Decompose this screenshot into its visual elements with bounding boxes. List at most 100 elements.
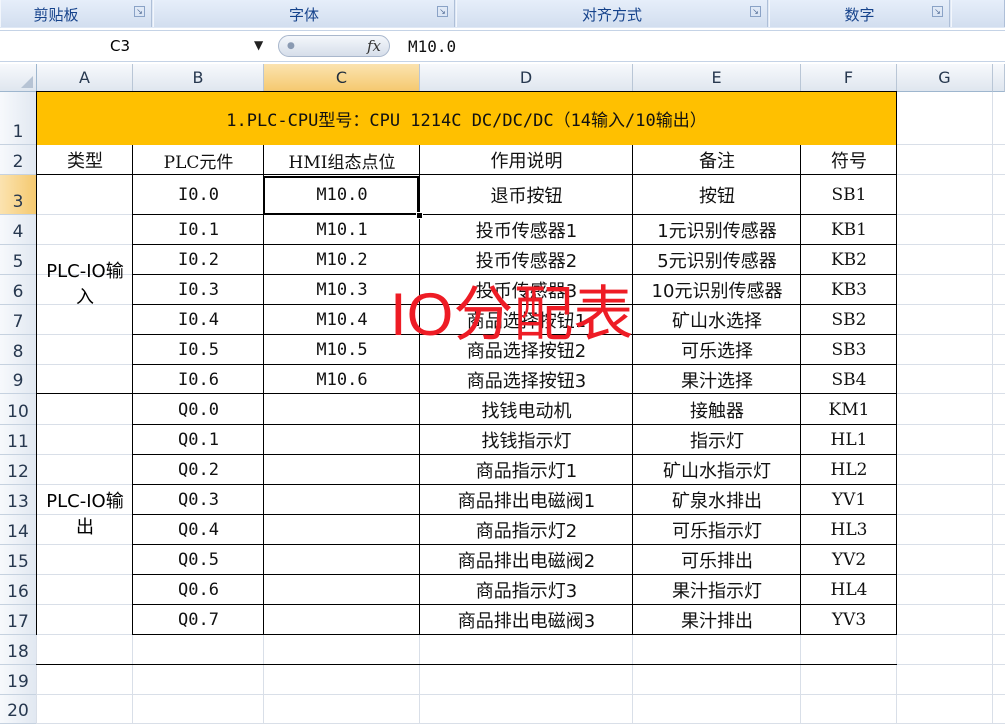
row-header-20[interactable]: 20 xyxy=(0,695,37,724)
cell-desc[interactable]: 商品排出电磁阀3 xyxy=(420,605,633,635)
header-plc-element[interactable]: PLC元件 xyxy=(133,145,264,175)
active-cell-c3[interactable] xyxy=(263,176,419,215)
cell-desc[interactable]: 商品排出电磁阀1 xyxy=(420,485,633,515)
cell-desc[interactable]: 商品排出电磁阀2 xyxy=(420,545,633,575)
cell-note[interactable]: 指示灯 xyxy=(633,425,801,455)
dialog-launcher-icon[interactable]: ↘ xyxy=(750,6,761,17)
cell-symbol[interactable]: KM1 xyxy=(801,394,897,425)
cell-hmi[interactable] xyxy=(264,545,420,575)
cell-symbol[interactable]: SB1 xyxy=(801,175,897,215)
row-header-14[interactable]: 14 xyxy=(0,515,37,545)
cell-plc[interactable]: Q0.5 xyxy=(133,545,264,575)
cell-plc[interactable]: I0.5 xyxy=(133,335,264,365)
cell-note[interactable]: 1元识别传感器 xyxy=(633,215,801,245)
row-header-2[interactable]: 2 xyxy=(0,145,37,175)
cell-plc[interactable]: I0.3 xyxy=(133,275,264,305)
cell-plc[interactable]: Q0.0 xyxy=(133,394,264,425)
spreadsheet-grid[interactable]: A B C D E F G 1 2 3 4 5 6 7 8 9 10 11 12 13 14 15 16 17 1… xyxy=(0,64,1005,724)
header-description[interactable]: 作用说明 xyxy=(420,145,633,175)
row-header-13[interactable]: 13 xyxy=(0,485,37,515)
cell-symbol[interactable]: YV2 xyxy=(801,545,897,575)
cell-hmi[interactable]: M10.6 xyxy=(264,365,420,394)
cell-note[interactable]: 按钮 xyxy=(633,175,801,215)
header-note[interactable]: 备注 xyxy=(633,145,801,175)
cell-note[interactable]: 10元识别传感器 xyxy=(633,275,801,305)
fill-handle[interactable] xyxy=(416,212,423,219)
dialog-launcher-icon[interactable]: ↘ xyxy=(437,6,448,17)
cell-note[interactable]: 果汁排出 xyxy=(633,605,801,635)
cell-note[interactable]: 可乐选择 xyxy=(633,335,801,365)
cell-note[interactable]: 可乐指示灯 xyxy=(633,515,801,545)
cell-note[interactable]: 果汁选择 xyxy=(633,365,801,394)
cell-symbol[interactable]: KB2 xyxy=(801,245,897,275)
cell-note[interactable]: 矿山水指示灯 xyxy=(633,455,801,485)
cell-symbol[interactable]: SB4 xyxy=(801,365,897,394)
cell-plc[interactable]: I0.6 xyxy=(133,365,264,394)
row-header-4[interactable]: 4 xyxy=(0,215,37,245)
column-header-d[interactable]: D xyxy=(420,64,633,92)
cell-note[interactable]: 5元识别传感器 xyxy=(633,245,801,275)
cell-symbol[interactable]: YV3 xyxy=(801,605,897,635)
cell-plc[interactable]: I0.1 xyxy=(133,215,264,245)
cell-plc[interactable]: Q0.7 xyxy=(133,605,264,635)
header-symbol[interactable]: 符号 xyxy=(801,145,897,175)
cell-hmi[interactable]: M10.1 xyxy=(264,215,420,245)
dialog-launcher-icon[interactable]: ↘ xyxy=(134,6,145,17)
resize-handle-icon[interactable]: ● xyxy=(287,41,295,51)
header-type[interactable]: 类型 xyxy=(37,145,133,175)
table-title[interactable]: 1.PLC-CPU型号：CPU 1214C DC/DC/DC（14输入/10输出… xyxy=(37,92,896,145)
column-header-e[interactable]: E xyxy=(633,64,801,92)
row-header-3[interactable]: 3 xyxy=(0,175,37,215)
cell-hmi[interactable] xyxy=(264,605,420,635)
row-header-1[interactable]: 1 xyxy=(0,92,37,145)
select-all-corner[interactable] xyxy=(0,64,37,92)
cell-plc[interactable]: I0.4 xyxy=(133,305,264,335)
cell-desc[interactable]: 投币传感器2 xyxy=(420,245,633,275)
cell-plc[interactable]: Q0.1 xyxy=(133,425,264,455)
column-header-h[interactable] xyxy=(993,64,1005,92)
row-header-17[interactable]: 17 xyxy=(0,605,37,635)
cell-desc[interactable]: 找钱指示灯 xyxy=(420,425,633,455)
cell-hmi[interactable] xyxy=(264,515,420,545)
column-header-f[interactable]: F xyxy=(801,64,897,92)
cell-symbol[interactable]: HL4 xyxy=(801,575,897,605)
header-hmi-point[interactable]: HMI组态点位 xyxy=(264,145,420,175)
cell-symbol[interactable]: HL1 xyxy=(801,425,897,455)
dialog-launcher-icon[interactable]: ↘ xyxy=(932,6,943,17)
cell-desc[interactable]: 商品选择按钮3 xyxy=(420,365,633,394)
cell-hmi[interactable] xyxy=(264,425,420,455)
row-header-18[interactable]: 18 xyxy=(0,635,37,665)
cell-desc[interactable]: 商品指示灯1 xyxy=(420,455,633,485)
row-header-11[interactable]: 11 xyxy=(0,425,37,455)
row-header-15[interactable]: 15 xyxy=(0,545,37,575)
cell-hmi[interactable] xyxy=(264,575,420,605)
cell-note[interactable]: 接触器 xyxy=(633,394,801,425)
column-header-c[interactable]: C xyxy=(264,64,420,92)
column-header-g[interactable]: G xyxy=(897,64,993,92)
cell-desc[interactable]: 商品指示灯3 xyxy=(420,575,633,605)
cell-symbol[interactable]: HL2 xyxy=(801,455,897,485)
row-header-5[interactable]: 5 xyxy=(0,245,37,275)
cell-hmi[interactable] xyxy=(264,455,420,485)
name-box[interactable]: C3 ▼ xyxy=(2,35,272,57)
cell-desc[interactable]: 商品指示灯2 xyxy=(420,515,633,545)
type-input-group[interactable]: PLC-IO输入 xyxy=(37,175,133,394)
cell-plc[interactable]: Q0.4 xyxy=(133,515,264,545)
cell-note[interactable]: 可乐排出 xyxy=(633,545,801,575)
cell-symbol[interactable]: KB1 xyxy=(801,215,897,245)
row-header-19[interactable]: 19 xyxy=(0,665,37,695)
cell-symbol[interactable]: YV1 xyxy=(801,485,897,515)
cell-note[interactable]: 果汁指示灯 xyxy=(633,575,801,605)
column-header-b[interactable]: B xyxy=(133,64,264,92)
cell-symbol[interactable]: HL3 xyxy=(801,515,897,545)
row-header-12[interactable]: 12 xyxy=(0,455,37,485)
cell-plc[interactable]: Q0.3 xyxy=(133,485,264,515)
row-header-8[interactable]: 8 xyxy=(0,335,37,365)
chevron-down-icon[interactable]: ▼ xyxy=(254,38,263,52)
insert-function-icon[interactable]: fx xyxy=(367,37,381,55)
cell-note[interactable]: 矿泉水排出 xyxy=(633,485,801,515)
cell-symbol[interactable]: SB3 xyxy=(801,335,897,365)
formula-input[interactable]: M10.0 xyxy=(408,37,456,56)
cell-symbol[interactable]: KB3 xyxy=(801,275,897,305)
cell-hmi[interactable] xyxy=(264,394,420,425)
